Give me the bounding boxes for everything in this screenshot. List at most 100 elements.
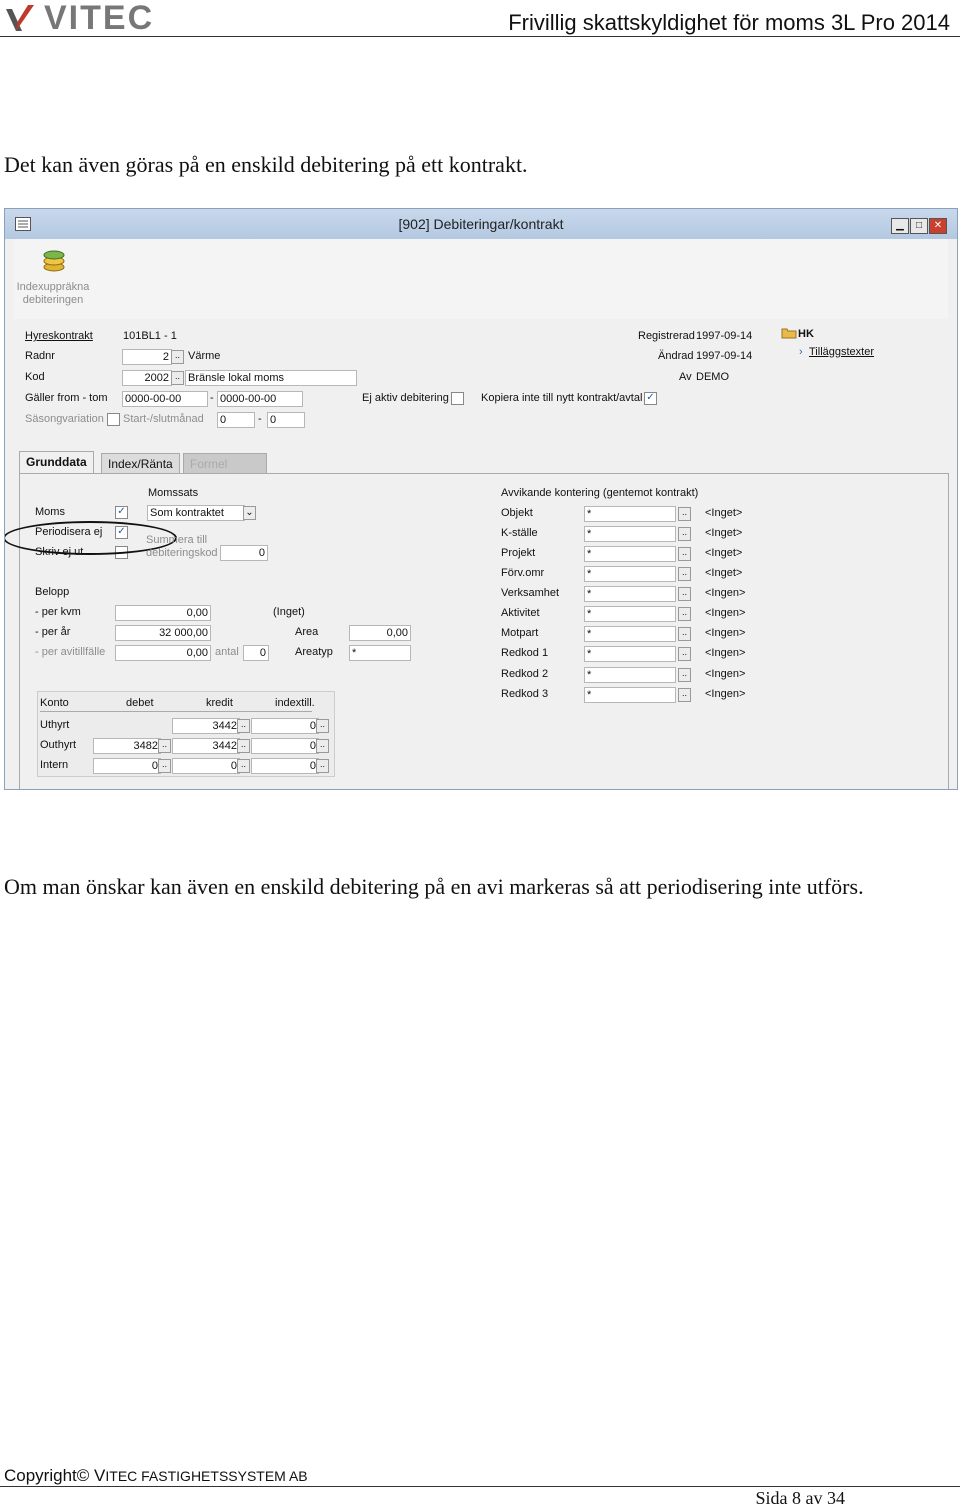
uthyrt-index-input[interactable]: 0: [251, 718, 319, 734]
intern-index-browse[interactable]: ..: [316, 759, 329, 773]
avvikande-input[interactable]: *: [584, 506, 676, 522]
avvikande-label: Objekt: [501, 507, 533, 519]
intern-index-input[interactable]: 0: [251, 758, 319, 774]
coins-icon: [43, 250, 65, 272]
avvikande-input[interactable]: *: [584, 626, 676, 642]
area-input[interactable]: 0,00: [349, 625, 411, 641]
intern-kredit-input[interactable]: 0: [172, 758, 240, 774]
slut-input[interactable]: 0: [267, 412, 305, 428]
outhyrt-index-browse[interactable]: ..: [316, 739, 329, 753]
konto-row-label: Intern: [40, 759, 69, 771]
sasong-checkbox[interactable]: [107, 413, 120, 426]
avvikande-input[interactable]: *: [584, 606, 676, 622]
chevron-right-icon: ›: [799, 346, 803, 358]
hk-label[interactable]: HK: [798, 328, 814, 340]
antal-label: antal: [215, 646, 239, 658]
avvikande-browse-button[interactable]: ..: [678, 567, 691, 581]
window-title: [902] Debiteringar/kontrakt: [398, 216, 564, 232]
avvikande-label: Förv.omr: [501, 567, 545, 579]
avvikande-browse-button[interactable]: ..: [678, 507, 691, 521]
avvikande-desc: <Inget>: [705, 567, 743, 579]
kod-input[interactable]: 2002: [122, 370, 172, 386]
radnr-input[interactable]: 2: [122, 349, 172, 365]
ej-aktiv-checkbox[interactable]: [451, 392, 464, 405]
indexupprakna-button[interactable]: Indexuppräkna debiteringen: [13, 243, 101, 315]
avvikande-browse-button[interactable]: ..: [678, 587, 691, 601]
galler-tom-input[interactable]: 0000-00-00: [217, 391, 303, 407]
tab-formel[interactable]: Formel: [183, 453, 267, 474]
avvikande-desc: <Inget>: [705, 547, 743, 559]
radnr-label: Radnr: [25, 350, 55, 362]
intern-kredit-browse[interactable]: ..: [237, 759, 250, 773]
andrad-value: 1997-09-14: [696, 350, 753, 362]
radnr-browse-button[interactable]: ..: [171, 350, 184, 364]
summera-input[interactable]: 0: [220, 545, 268, 561]
radnr-text: Värme: [188, 350, 221, 362]
belopp-label: Belopp: [35, 586, 70, 598]
summera-label-1: Summera till: [146, 534, 208, 546]
avvikande-browse-button[interactable]: ..: [678, 688, 691, 702]
uthyrt-kredit-input[interactable]: 3442: [172, 718, 240, 734]
avitill-input[interactable]: 0,00: [115, 645, 211, 661]
avvikande-desc: <Ingen>: [705, 587, 746, 599]
close-button[interactable]: ✕: [929, 218, 947, 234]
body-paragraph: Om man önskar kan även en enskild debite…: [4, 874, 864, 899]
avvikande-browse-button[interactable]: ..: [678, 547, 691, 561]
moms-checkbox[interactable]: ✓: [115, 506, 128, 519]
intro-paragraph: Det kan även göras på en enskild debiter…: [4, 152, 528, 177]
outhyrt-kredit-browse[interactable]: ..: [237, 739, 250, 753]
indextill-header: indextill.: [275, 697, 315, 709]
avvikande-browse-button[interactable]: ..: [678, 647, 691, 661]
outhyrt-kredit-input[interactable]: 3442: [172, 738, 240, 754]
maximize-button[interactable]: □: [910, 218, 928, 234]
avvikande-label: Redkod 3: [501, 688, 549, 700]
areatyp-input[interactable]: *: [349, 645, 411, 661]
area-label: Area: [295, 626, 319, 638]
outhyrt-debet-browse[interactable]: ..: [158, 739, 171, 753]
avvikande-desc: <Inget>: [705, 527, 743, 539]
chevron-down-icon[interactable]: ⌄: [243, 506, 256, 520]
kod-text-field[interactable]: Bränsle lokal moms: [185, 370, 357, 386]
kredit-header: kredit: [206, 697, 233, 709]
copyright-line: Copyright© VITEC FASTIGHETSSYSTEM AB: [4, 1466, 308, 1486]
avvikande-input[interactable]: *: [584, 526, 676, 542]
per-kvm-input[interactable]: 0,00: [115, 605, 211, 621]
minimize-button[interactable]: ▁: [891, 218, 909, 234]
avvikande-input[interactable]: *: [584, 667, 676, 683]
andrad-label: Ändrad: [658, 350, 694, 362]
avvikande-input[interactable]: *: [584, 646, 676, 662]
avvikande-label: Redkod 1: [501, 647, 549, 659]
konto-row-label: Uthyrt: [40, 719, 70, 731]
avvikande-browse-button[interactable]: ..: [678, 527, 691, 541]
momssats-label: Momssats: [148, 487, 199, 499]
intern-debet-input[interactable]: 0: [93, 758, 161, 774]
avvikande-input[interactable]: *: [584, 586, 676, 602]
avvikande-input[interactable]: *: [584, 687, 676, 703]
avvikande-label: Verksamhet: [501, 587, 560, 599]
avvikande-input[interactable]: *: [584, 566, 676, 582]
intern-debet-browse[interactable]: ..: [158, 759, 171, 773]
avvikande-browse-button[interactable]: ..: [678, 607, 691, 621]
avvikande-browse-button[interactable]: ..: [678, 668, 691, 682]
start-input[interactable]: 0: [217, 412, 255, 428]
per-ar-input[interactable]: 32 000,00: [115, 625, 211, 641]
indexupprakna-label: Indexuppräkna debiteringen: [16, 281, 90, 306]
kod-browse-button[interactable]: ..: [171, 371, 184, 385]
galler-from-input[interactable]: 0000-00-00: [122, 391, 208, 407]
uthyrt-kredit-browse[interactable]: ..: [237, 719, 250, 733]
tab-grunddata[interactable]: Grunddata: [19, 451, 94, 474]
antal-input[interactable]: 0: [243, 645, 269, 661]
avvikande-input[interactable]: *: [584, 546, 676, 562]
kopiera-checkbox[interactable]: ✓: [644, 392, 657, 405]
hyreskontrakt-link[interactable]: Hyreskontrakt: [25, 330, 93, 342]
avitill-label: - per avitillfälle: [35, 646, 106, 658]
tillagg-link[interactable]: Tilläggstexter: [809, 346, 874, 358]
avvikande-browse-button[interactable]: ..: [678, 627, 691, 641]
uthyrt-index-browse[interactable]: ..: [316, 719, 329, 733]
tab-index-ranta[interactable]: Index/Ränta: [101, 453, 180, 474]
av-label: Av: [679, 371, 692, 383]
window-titlebar: [902] Debiteringar/kontrakt ▁ □ ✕: [5, 209, 957, 239]
momssats-select[interactable]: Som kontraktet: [147, 505, 245, 521]
outhyrt-debet-input[interactable]: 3482: [93, 738, 161, 754]
outhyrt-index-input[interactable]: 0: [251, 738, 319, 754]
